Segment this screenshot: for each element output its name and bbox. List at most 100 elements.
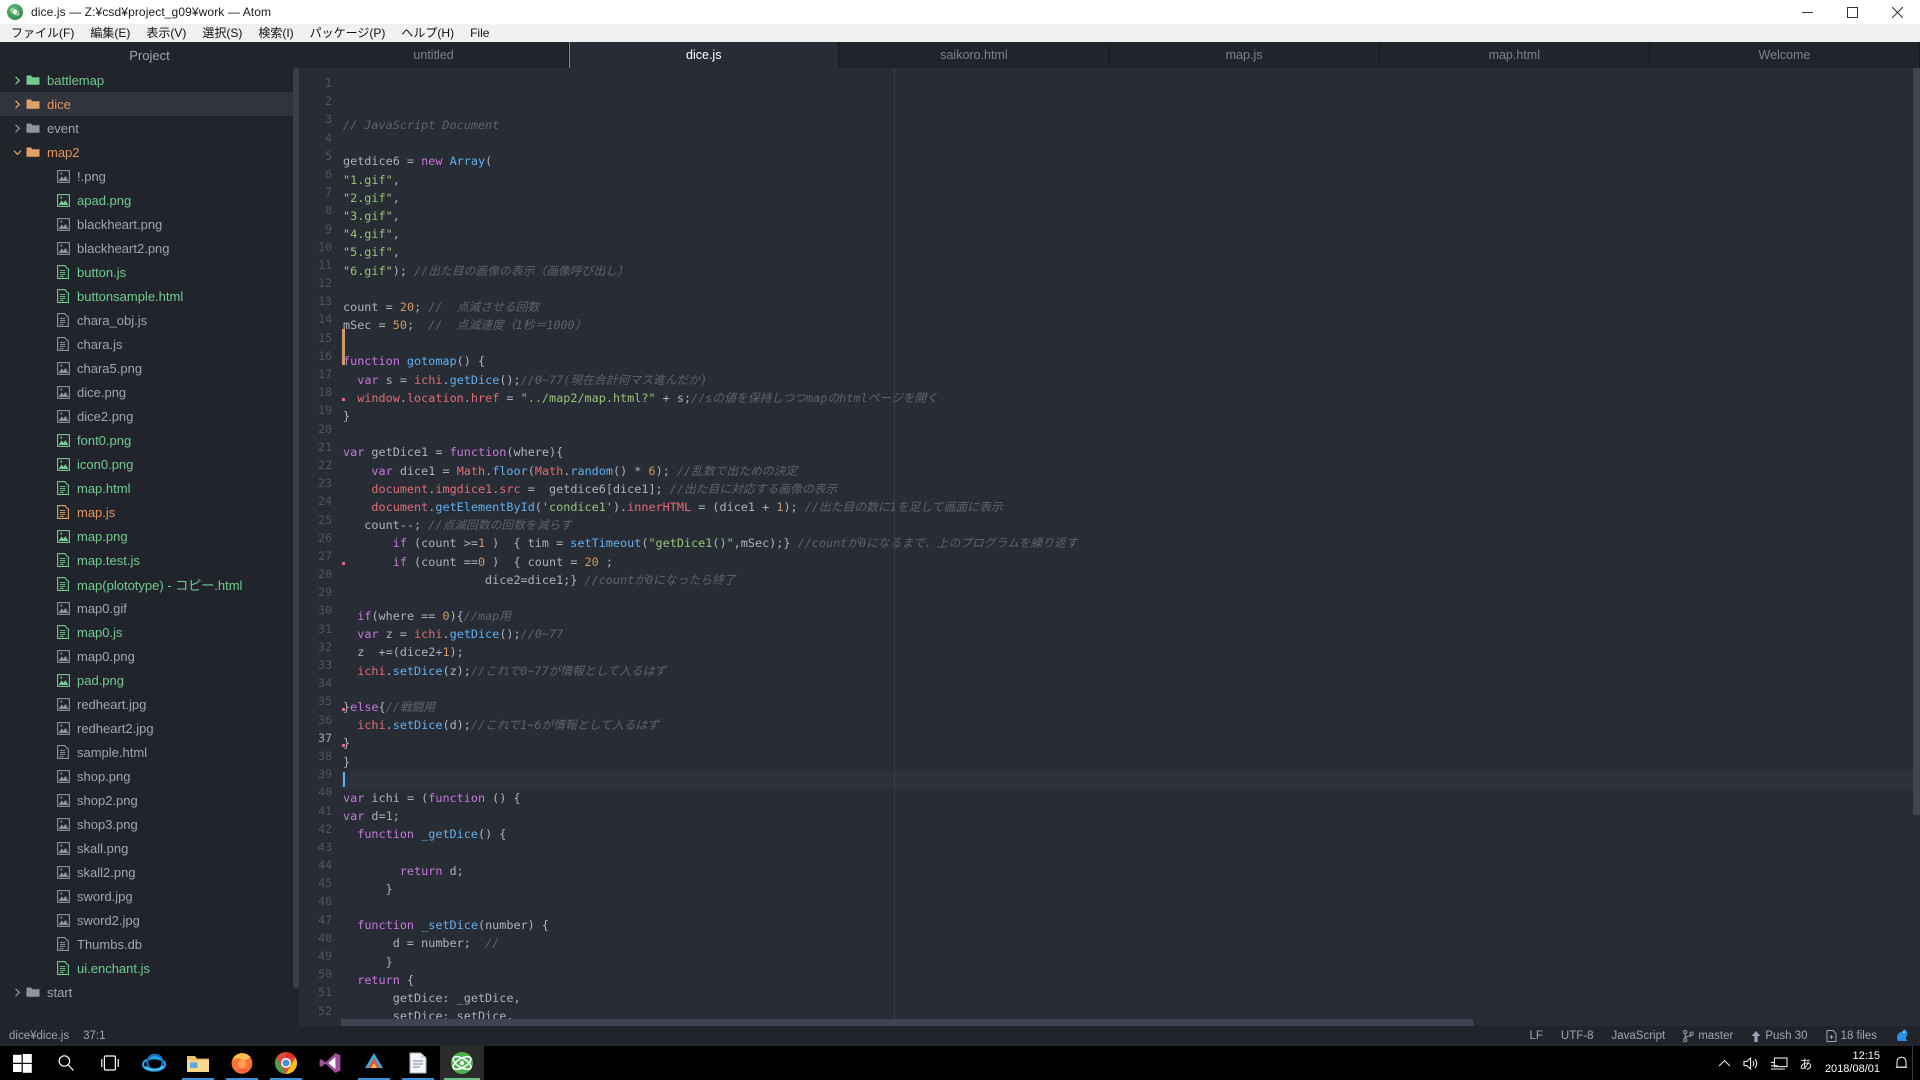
code-line[interactable]: var dice1 = Math.floor(Math.random() * 6… xyxy=(341,462,1920,480)
status-git-squirrel[interactable] xyxy=(1895,1029,1911,1043)
tree-file-row[interactable]: blackheart.png xyxy=(0,212,299,236)
code-area[interactable]: 1 2 3 4 5 6 7 8 9 10 11 12 13 14 15 16 17 18 19 20 21 22 23 24 2… xyxy=(299,68,1920,1026)
code-line[interactable]: var z = ichi.getDice();//0~77 xyxy=(341,625,1920,643)
menu-help[interactable]: ヘルプ(H) xyxy=(393,24,462,42)
chevron-right-icon[interactable] xyxy=(10,100,24,109)
code-line[interactable]: } xyxy=(341,753,1920,771)
taskbar-firefox[interactable] xyxy=(220,1046,264,1080)
menu-file-en[interactable]: File xyxy=(462,24,497,42)
chevron-right-icon[interactable] xyxy=(10,988,24,997)
code-line[interactable]: } xyxy=(341,407,1920,425)
chevron-up-icon[interactable] xyxy=(1712,1046,1738,1080)
status-files-changed[interactable]: 18 files xyxy=(1826,1030,1877,1042)
status-branch[interactable]: master xyxy=(1683,1030,1733,1042)
menu-select[interactable]: 選択(S) xyxy=(194,24,250,42)
code-line[interactable] xyxy=(341,898,1920,916)
code-line[interactable]: "3.gif", xyxy=(341,207,1920,225)
menu-find[interactable]: 検索(I) xyxy=(250,24,301,42)
tree-file-row[interactable]: apad.png xyxy=(0,188,299,212)
code-line[interactable]: count = 20; // 点滅させる回数 xyxy=(341,298,1920,316)
tab-untitled[interactable]: untitled xyxy=(299,42,570,68)
tab-bar[interactable]: untitled dice.js saikoro.html map.js map.htm… xyxy=(299,42,1920,68)
tree-file-row[interactable]: chara.js xyxy=(0,332,299,356)
code-line[interactable]: "4.gif", xyxy=(341,225,1920,243)
search-button[interactable] xyxy=(44,1046,88,1080)
notification-icon[interactable] xyxy=(1890,1046,1912,1080)
tree-file-row[interactable]: map0.gif xyxy=(0,596,299,620)
status-file-path[interactable]: dice¥dice.js xyxy=(9,1030,69,1042)
code-line[interactable]: ichi.setDice(z);//これで0~77が情報として入るはず xyxy=(341,662,1920,680)
tree-file-row[interactable]: ui.enchant.js xyxy=(0,956,299,980)
code-line[interactable] xyxy=(341,844,1920,862)
taskbar-chrome[interactable] xyxy=(264,1046,308,1080)
minimize-button[interactable] xyxy=(1785,0,1830,24)
tree-file-row[interactable]: redheart2.jpg xyxy=(0,716,299,740)
menu-file[interactable]: ファイル(F) xyxy=(3,24,82,42)
monitor-icon[interactable] xyxy=(1765,1046,1793,1080)
chevron-right-icon[interactable] xyxy=(10,124,24,133)
menu-packages[interactable]: パッケージ(P) xyxy=(302,24,394,42)
tree-file-row[interactable]: map0.png xyxy=(0,644,299,668)
tree-file-row[interactable]: skall.png xyxy=(0,836,299,860)
taskbar-file-explorer[interactable] xyxy=(176,1046,220,1080)
taskbar-atom[interactable] xyxy=(440,1046,484,1080)
tab-saikoro-html[interactable]: saikoro.html xyxy=(839,42,1110,68)
tab-dice-js[interactable]: dice.js xyxy=(569,42,840,68)
editor-horizontal-scrollbar[interactable] xyxy=(341,1019,1913,1026)
tree-file-row[interactable]: map(plototype) - コピー.html xyxy=(0,572,299,596)
tree-file-row[interactable]: pad.png xyxy=(0,668,299,692)
status-cursor-position[interactable]: 37:1 xyxy=(83,1030,105,1042)
code-line[interactable]: function _setDice(number) { xyxy=(341,916,1920,934)
code-line[interactable] xyxy=(341,280,1920,298)
code-line[interactable]: } xyxy=(341,953,1920,971)
code-line[interactable]: z +=(dice2+1); xyxy=(341,643,1920,661)
tree-file-row[interactable]: !.png xyxy=(0,164,299,188)
speaker-icon[interactable] xyxy=(1738,1046,1765,1080)
code-line[interactable]: count--; //点滅回数の回数を減らす xyxy=(341,516,1920,534)
ime-icon[interactable]: あ xyxy=(1793,1046,1819,1080)
taskbar-brackets[interactable] xyxy=(352,1046,396,1080)
code-line[interactable]: var ichi = (function () { xyxy=(341,789,1920,807)
code-line[interactable]: ichi.setDice(d);//これで1~6が情報として入るはず xyxy=(341,716,1920,734)
code-line[interactable]: // JavaScript Document xyxy=(341,116,1920,134)
code-line[interactable]: if (count ==0 ) { count = 20 ; xyxy=(341,553,1920,571)
status-push[interactable]: Push 30 xyxy=(1751,1030,1808,1042)
code-line[interactable]: document.getElementById('condice1').inne… xyxy=(341,498,1920,516)
tree-file-row[interactable]: shop2.png xyxy=(0,788,299,812)
tree-file-row[interactable]: map.js xyxy=(0,500,299,524)
code-line[interactable]: "1.gif", xyxy=(341,171,1920,189)
tree-file-row[interactable]: redheart.jpg xyxy=(0,692,299,716)
tree-file-row[interactable]: map.png xyxy=(0,524,299,548)
tree-folder-row[interactable]: map2 xyxy=(0,140,299,164)
code-line[interactable]: getdice6 = new Array( xyxy=(341,152,1920,170)
tree-file-row[interactable]: map0.js xyxy=(0,620,299,644)
code-line[interactable]: document.imgdice1.src = getdice6[dice1];… xyxy=(341,480,1920,498)
code-line[interactable]: "5.gif", xyxy=(341,243,1920,261)
status-line-ending[interactable]: LF xyxy=(1530,1030,1543,1042)
taskbar-notepad[interactable] xyxy=(396,1046,440,1080)
code-line[interactable]: "6.gif"); //出た目の画像の表示（画像呼び出し） xyxy=(341,262,1920,280)
code-line[interactable]: dice2=dice1;} //countが0になったら終了 xyxy=(341,571,1920,589)
editor-horizontal-scrollbar-thumb[interactable] xyxy=(341,1019,1473,1026)
tree-file-row[interactable]: dice.png xyxy=(0,380,299,404)
tree-file-row[interactable]: button.js xyxy=(0,260,299,284)
tree-file-row[interactable]: shop3.png xyxy=(0,812,299,836)
taskbar-visual-studio[interactable] xyxy=(308,1046,352,1080)
code-line[interactable]: if(where == 0){//map用 xyxy=(341,607,1920,625)
code-line[interactable] xyxy=(341,334,1920,352)
menu-view[interactable]: 表示(V) xyxy=(138,24,194,42)
tree-folder-row[interactable]: dice xyxy=(0,92,299,116)
code-line[interactable]: getDice: _getDice, xyxy=(341,989,1920,1007)
tab-map-html[interactable]: map.html xyxy=(1379,42,1650,68)
tree-file-row[interactable]: buttonsample.html xyxy=(0,284,299,308)
code-line[interactable]: mSec = 50; // 点滅速度（1秒＝1000） xyxy=(341,316,1920,334)
maximize-button[interactable] xyxy=(1830,0,1875,24)
start-button[interactable] xyxy=(0,1046,44,1080)
chevron-down-icon[interactable] xyxy=(10,148,24,157)
tab-welcome[interactable]: Welcome xyxy=(1649,42,1920,68)
code-line[interactable]: return { xyxy=(341,971,1920,989)
tree-file-row[interactable]: sword.jpg xyxy=(0,884,299,908)
task-view-button[interactable] xyxy=(88,1046,132,1080)
status-encoding[interactable]: UTF-8 xyxy=(1561,1030,1594,1042)
tree-file-row[interactable]: map.html xyxy=(0,476,299,500)
